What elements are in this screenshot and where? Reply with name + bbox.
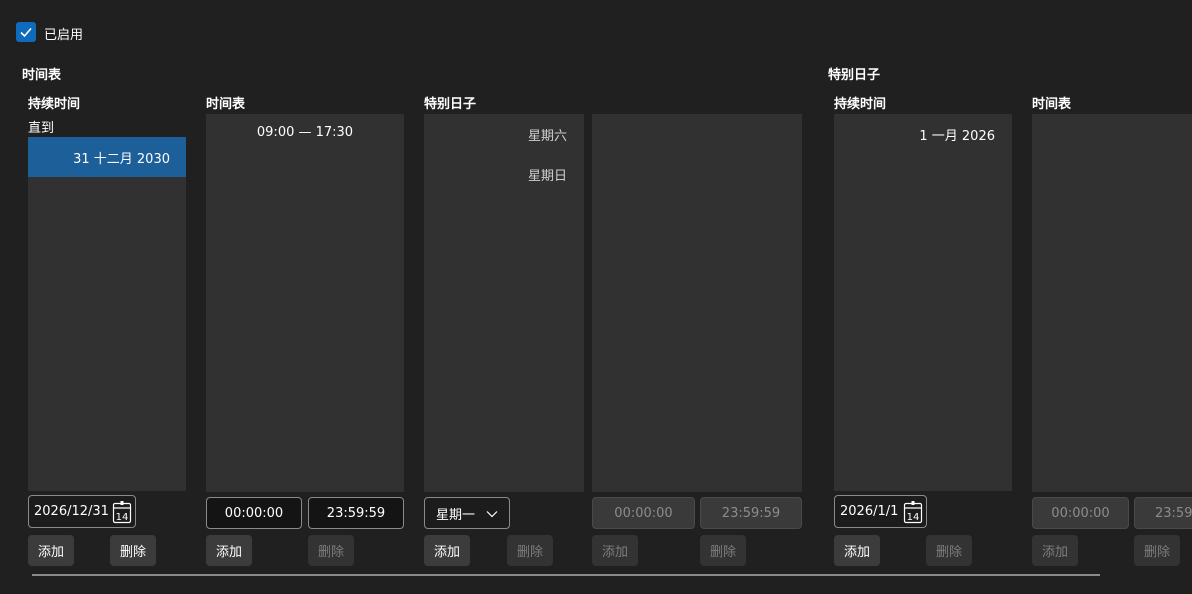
enabled-label: 已启用: [44, 28, 84, 43]
special-timetable2-list[interactable]: [1032, 114, 1192, 492]
timetable-delete-button[interactable]: 删除: [308, 535, 354, 566]
timetable-list[interactable]: 09:00 — 17:30: [206, 114, 404, 492]
special-days-add-button[interactable]: 添加: [424, 535, 470, 566]
duration-add-button[interactable]: 添加: [28, 535, 74, 566]
calendar-day: 14: [116, 512, 129, 523]
special-duration-date-value: 2026/1/1: [840, 504, 899, 519]
horizontal-scrollbar[interactable]: [32, 574, 1100, 576]
chevron-down-icon: [486, 511, 498, 518]
schedule-heading: 时间表: [22, 68, 62, 83]
duration-delete-button[interactable]: 删除: [110, 535, 156, 566]
duration-date-input[interactable]: 2026/12/31 14: [28, 495, 136, 528]
special-heading: 特别日子: [828, 68, 881, 83]
list-item-selected[interactable]: 31 十二月 2030: [28, 137, 186, 177]
timetable-heading: 时间表: [206, 97, 246, 112]
special-duration-item[interactable]: 1 一月 2026: [919, 125, 995, 144]
special-timetable2-end-input[interactable]: 23:59:59: [1134, 497, 1192, 529]
special-days-heading: 特别日子: [424, 97, 477, 112]
special-duration-list[interactable]: 1 一月 2026: [834, 114, 1012, 491]
special-timetable2-end-value: 23:59:59: [1155, 505, 1192, 521]
special-timetable-delete-button[interactable]: 删除: [700, 535, 746, 566]
duration-item-label: 31 十二月 2030: [73, 151, 170, 167]
special-timetable-start-input[interactable]: 00:00:00: [592, 497, 695, 529]
calendar-day: 14: [907, 512, 920, 523]
timetable-item[interactable]: 09:00 — 17:30: [206, 125, 404, 140]
enabled-checkbox[interactable]: [16, 22, 36, 42]
special-timetable2-start-value: 00:00:00: [1051, 505, 1110, 521]
special-duration-delete-button[interactable]: 删除: [926, 535, 972, 566]
special-timetable2-add-button[interactable]: 添加: [1032, 535, 1078, 566]
timetable-start-input[interactable]: 00:00:00: [206, 497, 302, 529]
timetable-end-input[interactable]: 23:59:59: [308, 497, 404, 529]
special-day-item[interactable]: 星期六: [528, 125, 567, 144]
special-days-delete-button[interactable]: 删除: [507, 535, 553, 566]
special-duration-add-button[interactable]: 添加: [834, 535, 880, 566]
duration-list[interactable]: 31 十二月 2030: [28, 137, 186, 491]
calendar-icon[interactable]: 14: [903, 500, 923, 524]
special-timetable-add-button[interactable]: 添加: [592, 535, 638, 566]
calendar-icon[interactable]: 14: [112, 500, 132, 524]
special-timetable-start-value: 00:00:00: [614, 505, 673, 521]
special-timetable-end-input[interactable]: 23:59:59: [700, 497, 802, 529]
special-timetable-end-value: 23:59:59: [721, 505, 781, 521]
special-days-list[interactable]: 星期六 星期日: [424, 114, 584, 492]
day-select[interactable]: 星期一: [424, 497, 510, 529]
special-duration-heading: 持续时间: [834, 97, 887, 112]
special-duration-date-input[interactable]: 2026/1/1 14: [834, 495, 927, 528]
timetable-add-button[interactable]: 添加: [206, 535, 252, 566]
timetable-start-value: 00:00:00: [224, 505, 284, 521]
duration-heading: 持续时间: [28, 97, 81, 112]
special-timetable-list[interactable]: [592, 114, 802, 492]
duration-date-value: 2026/12/31: [34, 504, 109, 519]
checkmark-icon: [20, 27, 32, 38]
special-timetable2-delete-button[interactable]: 删除: [1134, 535, 1180, 566]
special-timetable2-start-input[interactable]: 00:00:00: [1032, 497, 1129, 529]
special-timetable-heading: 时间表: [1032, 97, 1072, 112]
special-day-item[interactable]: 星期日: [528, 165, 567, 184]
day-select-value: 星期一: [436, 507, 476, 523]
until-label: 直到: [28, 121, 55, 136]
timetable-end-value: 23:59:59: [326, 505, 386, 521]
